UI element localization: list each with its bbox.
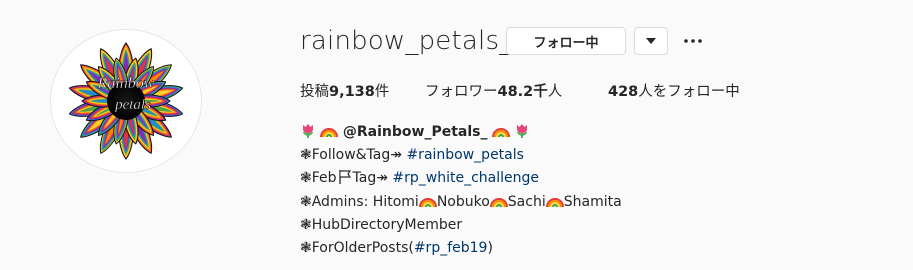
followers-stat[interactable]: フォロワー48.2千人 bbox=[425, 80, 562, 101]
chevron-down-icon bbox=[646, 38, 656, 44]
rainbow-icon bbox=[489, 193, 508, 217]
bio-line-older-posts: ❃ForOlderPosts(#rp_feb19) bbox=[300, 239, 493, 256]
bio-line-challenge: ❃Feb Tag↠ #rp_white_challenge bbox=[300, 167, 860, 190]
avatar-flower-image: Rainbow petals bbox=[68, 42, 184, 160]
svg-text:petals: petals bbox=[114, 97, 151, 113]
bio-name-line: @Rainbow_Petals_ bbox=[300, 121, 860, 144]
bio-line-follow-tag: ❃Follow&Tag↠ #rainbow_petals bbox=[300, 147, 524, 164]
posts-stat: 投稿9,138件 bbox=[300, 84, 390, 100]
bio-line-directory: ❃HubDirectoryMember bbox=[300, 216, 463, 233]
bio-line-admins: ❃Admins: Hitomi Nobuko Sachi Shamita bbox=[300, 191, 860, 214]
profile-bio: @Rainbow_Petals_ ❃Follow&Tag↠ #rainbow_p… bbox=[300, 121, 860, 260]
suggested-dropdown-button[interactable] bbox=[634, 27, 668, 55]
following-stat[interactable]: 428人をフォロー中 bbox=[608, 80, 740, 101]
hashtag-link[interactable]: #rainbow_petals bbox=[406, 147, 523, 163]
svg-text:Rainbow: Rainbow bbox=[97, 75, 155, 92]
white-flag-icon bbox=[337, 169, 353, 193]
following-button[interactable]: フォロー中 bbox=[506, 27, 626, 55]
more-options-button[interactable] bbox=[681, 29, 705, 53]
profile-avatar[interactable]: Rainbow petals bbox=[50, 29, 202, 173]
hashtag-link[interactable]: #rp_white_challenge bbox=[392, 170, 539, 186]
profile-username: rainbow_petals_ bbox=[300, 26, 513, 56]
hashtag-link[interactable]: #rp_feb19 bbox=[414, 240, 488, 256]
rainbow-icon bbox=[545, 193, 564, 217]
more-options-icon bbox=[684, 39, 702, 43]
bio-display-name: @Rainbow_Petals_ bbox=[342, 124, 488, 140]
